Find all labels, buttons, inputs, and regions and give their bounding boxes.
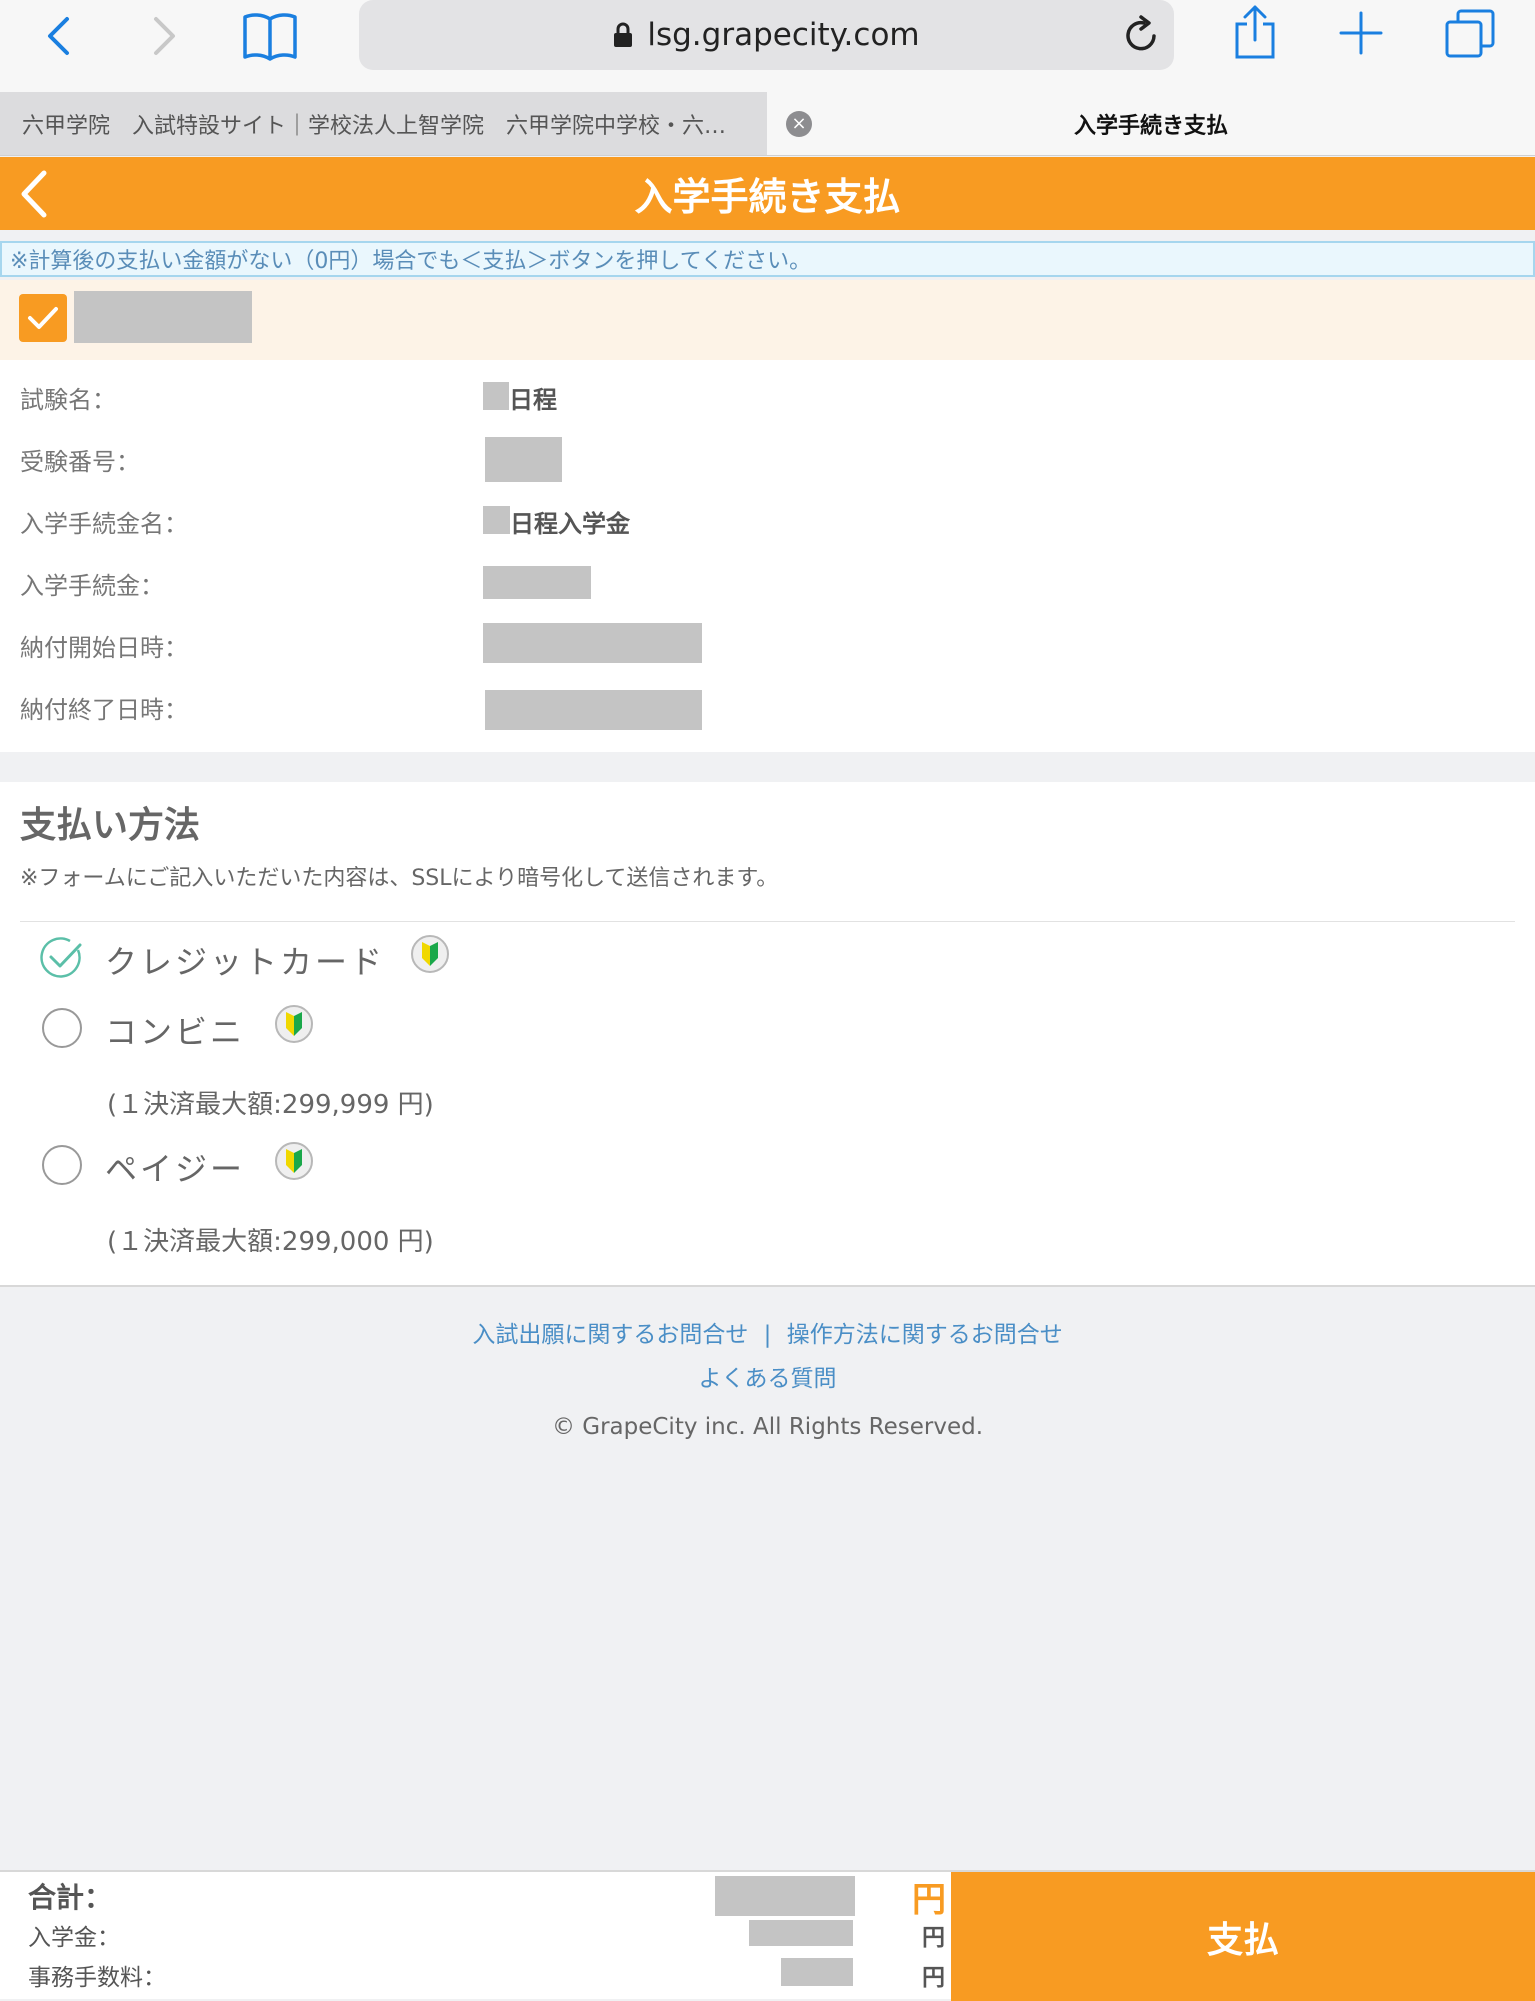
payment-method-section: 支払い方法 ※フォームにご記入いただいた内容は、SSLにより暗号化して送信されま… bbox=[0, 782, 1535, 1287]
redacted-end-date bbox=[485, 690, 702, 730]
section-divider bbox=[20, 921, 1515, 922]
redacted-total-amount bbox=[715, 1876, 855, 1916]
new-tab-plus-icon[interactable] bbox=[1338, 10, 1384, 56]
start-date-label: 納付開始日時： bbox=[20, 634, 188, 662]
radio-check-icon bbox=[40, 937, 82, 978]
bookmarks-book-icon[interactable] bbox=[240, 8, 300, 64]
redacted-handling-fee bbox=[781, 1958, 853, 1986]
total-label: 合計： bbox=[28, 1881, 113, 1914]
pay-button[interactable]: 支払 bbox=[951, 1872, 1535, 2001]
fee-label: 入学手続金： bbox=[20, 572, 164, 600]
reload-icon[interactable] bbox=[1124, 14, 1160, 62]
tab-payment[interactable]: 入学手続き支払 bbox=[767, 92, 1535, 155]
tabs-overview-icon[interactable] bbox=[1444, 8, 1496, 60]
student-checkbox[interactable] bbox=[19, 294, 67, 342]
fee-name-label: 入学手続金名： bbox=[20, 510, 188, 538]
address-bar[interactable]: lsg.grapecity.com bbox=[359, 0, 1174, 70]
entrance-fee-label: 入学金： bbox=[28, 1925, 120, 1951]
handling-fee-label: 事務手数料： bbox=[28, 1965, 166, 1991]
redacted-student-name bbox=[74, 291, 252, 343]
redacted-exam-prefix bbox=[483, 382, 509, 410]
url-text: lsg.grapecity.com bbox=[647, 17, 920, 53]
exam-name-label: 試験名： bbox=[20, 386, 116, 414]
entrance-fee-yen: 円 bbox=[922, 1925, 945, 1951]
student-row bbox=[0, 280, 1535, 360]
footer-links-row: 入試出願に関するお問合せ | 操作方法に関するお問合せ bbox=[0, 1315, 1535, 1349]
option-convenience-store-label[interactable]: コンビニ bbox=[105, 1007, 245, 1053]
link-separator: | bbox=[763, 1322, 772, 1348]
redacted-start-date bbox=[483, 623, 702, 663]
checkmark-icon bbox=[28, 307, 58, 329]
exam-name-value: 日程 bbox=[509, 386, 557, 414]
option-pay-easy-label[interactable]: ペイジー bbox=[105, 1144, 245, 1190]
option-credit-card-label[interactable]: クレジットカード bbox=[105, 937, 385, 983]
page-title: 入学手続き支払 bbox=[634, 175, 901, 219]
beginner-mark-icon[interactable] bbox=[411, 935, 449, 973]
zero-amount-notice: ※計算後の支払い金額がない（0円）場合でも＜支払＞ボタンを押してください。 bbox=[0, 241, 1535, 277]
browser-toolbar: lsg.grapecity.com bbox=[0, 0, 1535, 92]
lock-icon bbox=[613, 22, 633, 48]
redacted-fee-prefix bbox=[483, 506, 510, 534]
app-header: 入学手続き支払 bbox=[0, 157, 1535, 230]
forward-chevron-icon[interactable] bbox=[145, 12, 185, 60]
handling-fee-yen: 円 bbox=[922, 1965, 945, 1991]
pay-easy-limit: (１決済最大額:299,000 円) bbox=[107, 1227, 434, 1257]
footer-faq-row: よくある質問 bbox=[0, 1359, 1535, 1393]
link-faq[interactable]: よくある質問 bbox=[699, 1366, 837, 1392]
redacted-exam-number bbox=[485, 437, 562, 482]
back-chevron-icon[interactable] bbox=[38, 12, 78, 60]
tab-rokko-site[interactable]: 六甲学院 入試特設サイト｜学校法人上智学院 六甲学院中学校・六… bbox=[0, 92, 767, 155]
procedure-details: 試験名： 日程 受験番号： 入学手続金名： 日程入学金 入学手続金： 納付開始日… bbox=[0, 360, 1535, 752]
beginner-mark-icon[interactable] bbox=[275, 1005, 313, 1043]
payment-method-title: 支払い方法 bbox=[20, 805, 201, 846]
tab-strip: 六甲学院 入試特設サイト｜学校法人上智学院 六甲学院中学校・六… × 入学手続き… bbox=[0, 92, 1535, 156]
radio-credit-card[interactable] bbox=[40, 937, 82, 978]
link-exam-inquiry[interactable]: 入試出願に関するお問合せ bbox=[472, 1322, 748, 1348]
copyright: © GrapeCity inc. All Rights Reserved. bbox=[551, 1414, 984, 1440]
payment-summary-bar: 合計： 円 入学金： 円 事務手数料： 円 支払 bbox=[0, 1870, 1535, 2001]
ssl-note: ※フォームにご記入いただいた内容は、SSLにより暗号化して送信されます。 bbox=[20, 866, 779, 891]
link-operation-inquiry[interactable]: 操作方法に関するお問合せ bbox=[787, 1322, 1063, 1348]
redacted-entrance-fee bbox=[749, 1920, 853, 1946]
radio-pay-easy[interactable] bbox=[42, 1145, 82, 1185]
beginner-mark-icon[interactable] bbox=[275, 1142, 313, 1180]
fee-name-value: 日程入学金 bbox=[510, 510, 630, 538]
radio-convenience-store[interactable] bbox=[42, 1008, 82, 1048]
end-date-label: 納付終了日時： bbox=[20, 696, 188, 724]
exam-number-label: 受験番号： bbox=[20, 448, 140, 476]
convenience-store-limit: (１決済最大額:299,999 円) bbox=[107, 1090, 434, 1120]
redacted-fee-amount bbox=[483, 566, 591, 599]
total-yen: 円 bbox=[912, 1880, 946, 1920]
share-icon[interactable] bbox=[1232, 4, 1278, 60]
